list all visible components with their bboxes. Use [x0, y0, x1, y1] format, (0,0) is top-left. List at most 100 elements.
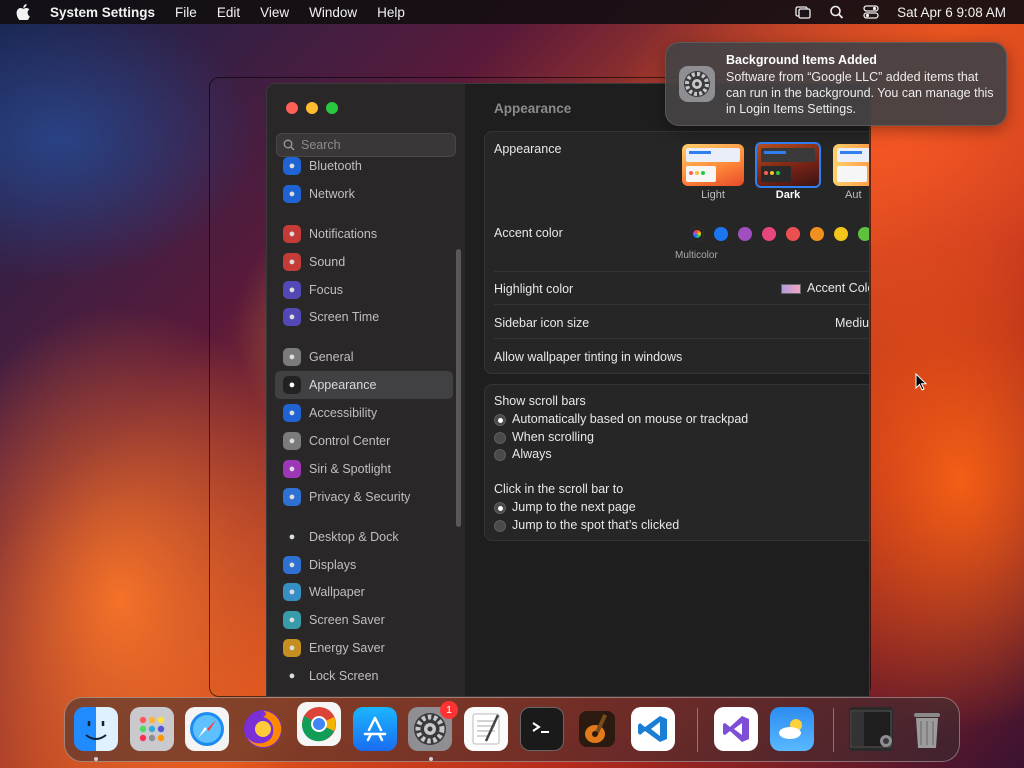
- accent-color-swatch[interactable]: [786, 227, 800, 241]
- mouse-pointer-icon: [915, 373, 927, 391]
- sidebar-item-accessibility[interactable]: ● Accessibility: [275, 399, 453, 427]
- google-chrome-icon[interactable]: [297, 702, 341, 746]
- sidebar-item-label: Screen Saver: [309, 613, 385, 628]
- accent-color-swatch[interactable]: [834, 227, 848, 241]
- sidebar-item-label: Accessibility: [309, 406, 378, 421]
- appearance-light-label: Light: [701, 189, 725, 201]
- click-scroll-bar-label: Click in the scroll bar to: [494, 482, 624, 496]
- sidebar-item-label: Wallpaper: [309, 585, 365, 600]
- sidebar-item-siri-spotlight[interactable]: ● Siri & Spotlight: [275, 455, 453, 483]
- sidebar-item-control-center[interactable]: ● Control Center: [275, 427, 453, 455]
- textedit-icon[interactable]: [464, 707, 508, 751]
- sidebar-item-privacy-security[interactable]: ● Privacy & Security: [275, 483, 453, 511]
- launchpad-icon[interactable]: [130, 707, 174, 751]
- close-button[interactable]: [286, 102, 298, 114]
- sidebar-item-general[interactable]: ● General: [275, 343, 453, 371]
- visual-studio-code-icon[interactable]: [631, 707, 675, 751]
- window-menu[interactable]: Window: [309, 5, 357, 20]
- sidebar-item-wallpaper[interactable]: ● Wallpaper: [275, 578, 453, 606]
- appearance-light-option[interactable]: [682, 144, 744, 186]
- battery-icon: ●: [283, 639, 301, 658]
- trash-icon[interactable]: [905, 707, 949, 751]
- screen-mirroring-icon[interactable]: [795, 5, 811, 19]
- finder-icon[interactable]: [74, 707, 118, 751]
- click-spot-radio[interactable]: [494, 520, 506, 532]
- show-scroll-bars-label: Show scroll bars: [494, 394, 586, 408]
- background-items-notification[interactable]: Background Items Added Software from “Go…: [665, 42, 1007, 126]
- accent-color-swatch[interactable]: [762, 227, 776, 241]
- sidebar-item-screen-saver[interactable]: ● Screen Saver: [275, 606, 453, 634]
- accent-color-swatch[interactable]: [690, 227, 704, 241]
- hourglass-icon: ●: [283, 308, 301, 327]
- scroll-when-scrolling-radio[interactable]: [494, 432, 506, 444]
- zoom-button[interactable]: [326, 102, 338, 114]
- view-menu[interactable]: View: [260, 5, 289, 20]
- terminal-icon[interactable]: [520, 707, 564, 751]
- weather-icon[interactable]: [770, 707, 814, 751]
- sidebar-item-energy-saver[interactable]: ● Energy Saver: [275, 634, 453, 662]
- settings-running-dot: [429, 757, 433, 761]
- edit-menu[interactable]: Edit: [217, 5, 240, 20]
- app-menu[interactable]: System Settings: [50, 5, 155, 20]
- highlight-color-popup[interactable]: Accent Colo: [807, 281, 869, 295]
- accent-color-swatch[interactable]: [738, 227, 752, 241]
- sidebar-item-network[interactable]: ● Network: [275, 180, 453, 208]
- visual-studio-icon[interactable]: [714, 707, 758, 751]
- appearance-label: Appearance: [494, 142, 562, 156]
- file-menu[interactable]: File: [175, 5, 197, 20]
- scroll-auto-label: Automatically based on mouse or trackpad: [512, 412, 749, 426]
- scroll-when-scrolling-label: When scrolling: [512, 430, 594, 444]
- app-store-icon[interactable]: [353, 707, 397, 751]
- sidebar-item-displays[interactable]: ● Displays: [275, 551, 453, 579]
- scroll-auto-radio[interactable]: [494, 414, 506, 426]
- accent-color-swatch[interactable]: [714, 227, 728, 241]
- garageband-icon[interactable]: [575, 707, 619, 751]
- safari-icon[interactable]: [185, 707, 229, 751]
- click-next-page-radio[interactable]: [494, 502, 506, 514]
- sidebar-item-label: General: [309, 350, 354, 365]
- notification-badge: 1: [440, 701, 458, 719]
- appearance-auto-option[interactable]: [833, 144, 869, 186]
- sidebar-item-label: Focus: [309, 282, 344, 297]
- sidebar-item-label: Lock Screen: [309, 669, 379, 682]
- minimized-window-thumbnail-icon[interactable]: [849, 707, 893, 751]
- firefox-icon[interactable]: [241, 707, 285, 751]
- sidebar-item-desktop-dock[interactable]: ● Desktop & Dock: [275, 523, 453, 551]
- siri-icon: ●: [283, 459, 301, 478]
- appearance-dark-label: Dark: [775, 189, 801, 201]
- dock-separator: [697, 708, 698, 752]
- minimize-button[interactable]: [306, 102, 318, 114]
- sidebar-item-screen-time[interactable]: ● Screen Time: [275, 303, 453, 331]
- sidebar-item-bluetooth[interactable]: ● Bluetooth: [275, 152, 453, 180]
- help-menu[interactable]: Help: [377, 5, 405, 20]
- accent-color-swatch[interactable]: [810, 227, 824, 241]
- sidebar-item-notifications[interactable]: ● Notifications: [275, 220, 453, 248]
- menu-bar: System Settings File Edit View Window He…: [0, 0, 1024, 24]
- sidebar-item-label: Siri & Spotlight: [309, 461, 391, 476]
- sidebar-item-label: Control Center: [309, 433, 391, 448]
- system-settings-dock-icon[interactable]: 1: [408, 701, 458, 751]
- appearance-dark-option[interactable]: [755, 142, 821, 188]
- appearance-panel: Appearance Light Dark Aut Accent color M…: [484, 131, 869, 374]
- spotlight-search-icon[interactable]: [829, 5, 845, 19]
- bluetooth-icon: ●: [283, 156, 301, 175]
- speaker-icon: ●: [283, 252, 301, 271]
- sidebar-item-lock-screen[interactable]: ● Lock Screen: [275, 662, 453, 682]
- scroll-bars-panel: Show scroll bars Automatically based on …: [484, 384, 869, 541]
- sidebar-scrollbar[interactable]: [456, 249, 461, 527]
- highlight-swatch: [781, 284, 801, 294]
- sidebar-item-focus[interactable]: ● Focus: [275, 276, 453, 304]
- control-center-icon[interactable]: [863, 5, 879, 19]
- apple-menu-icon[interactable]: [16, 4, 30, 20]
- sidebar-icon-size-popup[interactable]: Mediu: [835, 316, 869, 330]
- accent-color-swatch[interactable]: [858, 227, 869, 241]
- sidebar-item-appearance[interactable]: ● Appearance: [275, 371, 453, 400]
- menubar-clock[interactable]: Sat Apr 6 9:08 AM: [897, 5, 1006, 20]
- divider: [494, 304, 869, 305]
- scroll-always-radio[interactable]: [494, 449, 506, 461]
- sidebar-item-sound[interactable]: ● Sound: [275, 248, 453, 276]
- content-pane: Appearance Appearance Light Dark Aut Acc…: [465, 84, 869, 696]
- page-title: Appearance: [494, 101, 572, 116]
